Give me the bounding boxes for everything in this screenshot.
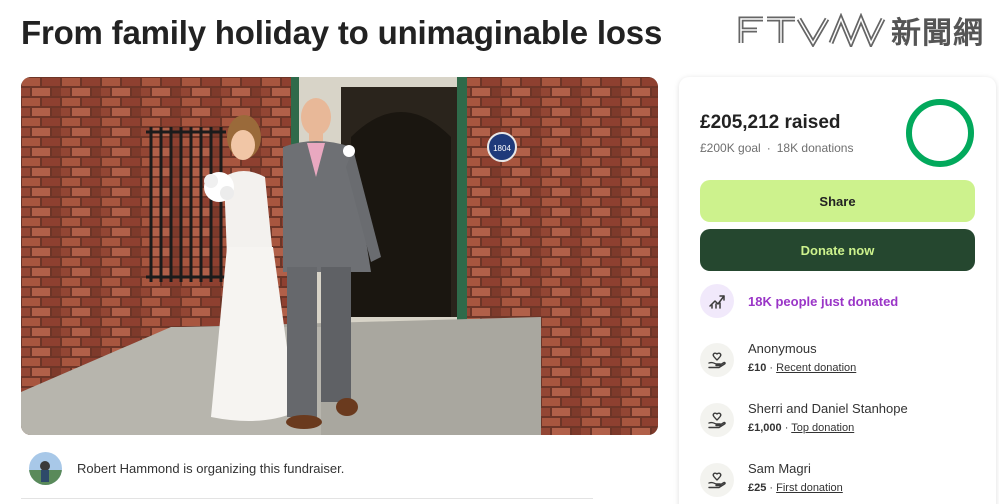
donation-heart-hand-icon [700,403,734,437]
goal-amount: £200K goal [700,141,761,155]
donation-item: Sam Magri £25 · First donation [700,461,843,497]
donor-name: Sherri and Daniel Stanhope [748,401,908,416]
plaque-text: 1804 [493,144,511,153]
donation-item: Sherri and Daniel Stanhope £1,000 · Top … [700,401,908,437]
donation-amount: £1,000 [748,422,782,434]
logo-chinese-text: 新聞網 [891,16,984,51]
organizer-text: Robert Hammond is organizing this fundra… [77,460,345,476]
share-button[interactable]: Share [700,180,975,222]
donate-now-button[interactable]: Donate now [700,229,975,271]
ftvn-logo: 新聞網 [737,10,999,51]
organizer-avatar[interactable] [29,451,62,485]
goal-line: £200K goal · 18K donations [700,141,854,155]
fundraiser-photo[interactable]: 1804 [21,77,658,435]
organizer-row: Robert Hammond is organizing this fundra… [29,451,594,485]
donation-sidebar: £205,212 raised £200K goal · 18K donations… [679,77,996,504]
donation-amount: £10 [748,362,767,374]
donation-amount: £25 [748,482,767,494]
donor-name: Sam Magri [748,461,811,476]
top-donation-link[interactable]: Top donation [791,422,854,434]
trending-up-icon [700,284,734,318]
donation-heart-hand-icon [700,343,734,377]
donation-item: Anonymous £10 · Recent donation [700,341,856,377]
donor-name: Anonymous [748,341,817,356]
ftvn-logo-icon [738,13,886,47]
recent-donation-link[interactable]: Recent donation [776,362,856,374]
page-title: From family holiday to unimaginable loss [21,14,663,51]
first-donation-link[interactable]: First donation [776,482,843,494]
trend-text: 18K people just donated [748,293,899,309]
section-divider [21,498,593,499]
donation-heart-hand-icon [700,463,734,497]
donation-count: 18K donations [776,141,854,155]
progress-ring [906,99,974,167]
amount-raised: £205,212 raised [700,112,841,133]
recent-donors-trend: 18K people just donated [700,284,898,318]
